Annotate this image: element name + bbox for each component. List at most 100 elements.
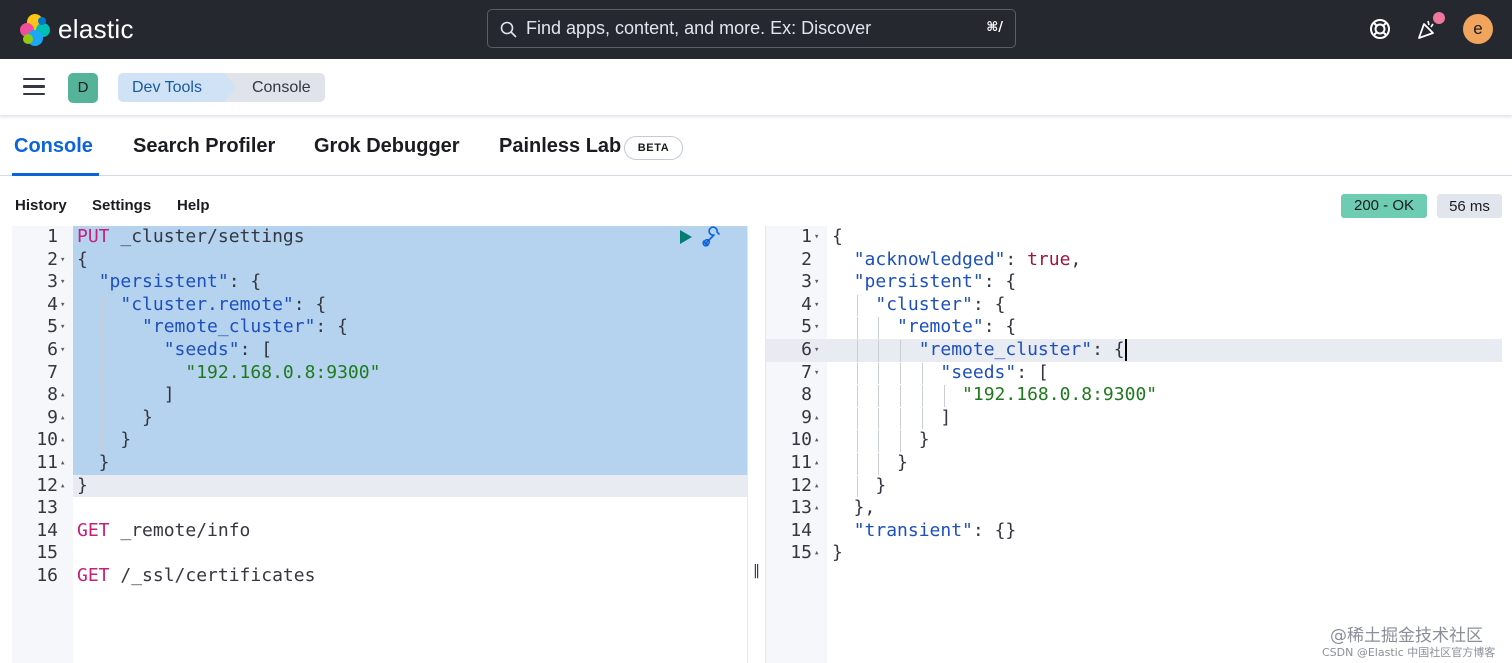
tab-search-profiler[interactable]: Search Profiler: [133, 135, 275, 158]
status-badge: 200 - OK: [1341, 194, 1427, 218]
unfold-marker-icon[interactable]: ▴: [814, 542, 819, 565]
hamburger-menu-icon[interactable]: [23, 78, 45, 96]
unfold-marker-icon[interactable]: ▴: [60, 429, 65, 452]
response-editor[interactable]: 1 ▾ 2 3 ▾ 4 ▾ 5 ▾ 6 ▾ 7 ▾ 8 9 ▴ 10 ▴ 11 ▴ 12 ▴ 13 ▴ 14 15 ▴ { "ack…: [766, 226, 1512, 663]
fold-toggle-icon[interactable]: ▾: [814, 339, 819, 362]
code-line: "remote_cluster": {: [832, 339, 1157, 362]
resize-grip-icon[interactable]: ‖: [753, 563, 760, 579]
unfold-marker-icon[interactable]: ▴: [814, 407, 819, 430]
unfold-marker-icon[interactable]: ▴: [60, 452, 65, 475]
fold-toggle-icon[interactable]: ▾: [60, 271, 65, 294]
code-line: "seeds": [: [832, 362, 1157, 385]
indent-guide: [900, 385, 902, 407]
unfold-marker-icon[interactable]: ▴: [814, 475, 819, 498]
indent-guide: [878, 452, 880, 475]
indent-guide: [123, 317, 125, 339]
indent-guide: [145, 385, 147, 407]
beta-badge: BETA: [624, 136, 683, 160]
pane-resize-handle[interactable]: ‖: [747, 226, 766, 663]
line-number: 11: [790, 452, 812, 473]
watermark-line-1: @稀土掘金技术社区: [1330, 626, 1483, 646]
line-number: 1: [47, 226, 58, 247]
line-number: 2: [801, 248, 812, 270]
line-number: 16: [36, 565, 58, 586]
help-icon[interactable]: [1366, 15, 1394, 43]
line-number: 5: [801, 316, 812, 338]
tab-grok-debugger[interactable]: Grok Debugger: [314, 135, 460, 158]
tab-painless-lab[interactable]: Painless Lab: [499, 135, 621, 158]
line-number: 9: [47, 406, 58, 428]
play-icon[interactable]: [680, 230, 692, 244]
request-code[interactable]: PUT _cluster/settings{ "persistent": { "…: [77, 226, 380, 588]
code-line: }: [77, 451, 110, 473]
unfold-marker-icon[interactable]: ▴: [60, 407, 65, 430]
indent-guide: [856, 339, 858, 362]
brand-name[interactable]: elastic: [58, 14, 134, 45]
line-number: 10: [790, 429, 812, 451]
code-line: GET _remote/info: [77, 519, 251, 541]
line-number: 13: [790, 497, 812, 519]
code-line: ]: [77, 384, 175, 407]
line-number: 3: [801, 271, 812, 293]
line-number: 14: [36, 519, 58, 541]
indent-guide: [166, 362, 168, 385]
history-link[interactable]: History: [15, 197, 67, 214]
fold-toggle-icon[interactable]: ▾: [814, 271, 819, 294]
line-number: 6: [801, 339, 812, 360]
code-line: "cluster.remote": {: [77, 294, 380, 317]
fold-toggle-icon[interactable]: ▾: [60, 249, 65, 272]
code-line: }: [77, 406, 153, 430]
help-link[interactable]: Help: [177, 197, 210, 214]
indent-guide: [101, 407, 103, 430]
unfold-marker-icon[interactable]: ▴: [60, 475, 65, 498]
code-line: }: [832, 451, 908, 475]
indent-guide: [123, 362, 125, 385]
code-line: "persistent": {: [98, 271, 262, 293]
code-line: }: [77, 429, 132, 452]
space-avatar[interactable]: D: [68, 73, 98, 103]
elastic-logo[interactable]: [18, 13, 52, 47]
fold-toggle-icon[interactable]: ▾: [60, 316, 65, 339]
response-code[interactable]: { "acknowledged": true, "persistent": { …: [832, 226, 1157, 565]
indent-guide: [921, 362, 923, 385]
tab-console[interactable]: Console: [14, 135, 93, 158]
settings-link[interactable]: Settings: [92, 197, 151, 214]
line-number: 8: [47, 384, 58, 406]
code-line: }: [832, 429, 930, 452]
indent-guide: [101, 339, 103, 362]
line-number: 4: [801, 293, 812, 315]
line-number: 10: [36, 429, 58, 451]
unfold-marker-icon[interactable]: ▴: [814, 497, 819, 520]
fold-toggle-icon[interactable]: ▾: [60, 339, 65, 362]
breadcrumb-dev-tools[interactable]: Dev Tools: [118, 73, 236, 102]
code-line: }: [832, 474, 887, 498]
indent-guide: [856, 362, 858, 385]
unfold-marker-icon[interactable]: ▴: [814, 452, 819, 475]
request-editor[interactable]: 1 2 ▾ 3 ▾ 4 ▾ 5 ▾ 6 ▾ 7 8 ▴ 9 ▴ 10 ▴ 11 ▴ 12 ▴ 13 14 15 16 PUT _c…: [12, 226, 747, 663]
code-line: ]: [832, 406, 952, 430]
line-number: 12: [790, 474, 812, 496]
indent-guide: [921, 407, 923, 430]
fold-toggle-icon[interactable]: ▾: [814, 362, 819, 385]
indent-guide: [123, 385, 125, 407]
breadcrumb-console: Console: [221, 73, 325, 102]
global-search[interactable]: ⌘/: [487, 9, 1016, 48]
line-number: 2: [47, 248, 58, 270]
fold-toggle-icon[interactable]: ▾: [60, 294, 65, 317]
user-avatar[interactable]: e: [1463, 14, 1493, 44]
indent-guide: [123, 339, 125, 362]
code-line: }: [832, 542, 843, 564]
console-toolbar: History Settings Help 200 - OK 56 ms: [0, 176, 1512, 224]
fold-toggle-icon[interactable]: ▾: [814, 294, 819, 317]
search-input[interactable]: [526, 10, 966, 47]
fold-toggle-icon[interactable]: ▾: [814, 226, 819, 249]
code-line: "acknowledged": true,: [853, 248, 1082, 270]
indent-guide: [878, 430, 880, 452]
fold-toggle-icon[interactable]: ▾: [814, 316, 819, 339]
indent-guide: [878, 317, 880, 339]
unfold-marker-icon[interactable]: ▴: [814, 429, 819, 452]
unfold-marker-icon[interactable]: ▴: [60, 384, 65, 407]
line-number: 4: [47, 293, 58, 315]
wrench-icon[interactable]: [702, 226, 724, 247]
line-number: 15: [36, 542, 58, 564]
